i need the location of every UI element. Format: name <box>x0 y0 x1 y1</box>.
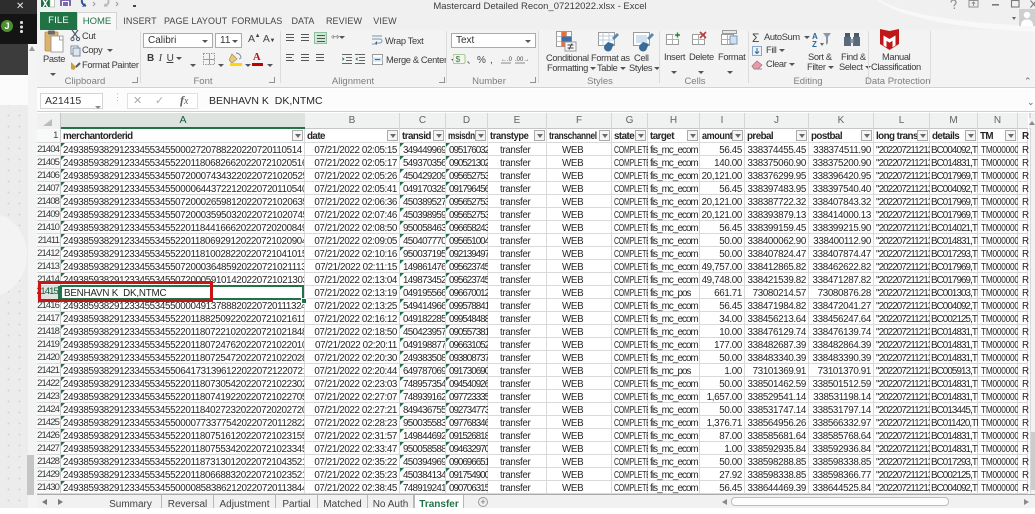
svg-text:Z: Z <box>812 40 817 48</box>
svg-text:,: , <box>490 55 493 66</box>
svg-text:$: $ <box>456 54 461 64</box>
svg-text:←.0: ←.0 <box>501 57 513 63</box>
svg-text:.00→: .00→ <box>515 57 528 63</box>
svg-text:%: % <box>477 55 486 66</box>
